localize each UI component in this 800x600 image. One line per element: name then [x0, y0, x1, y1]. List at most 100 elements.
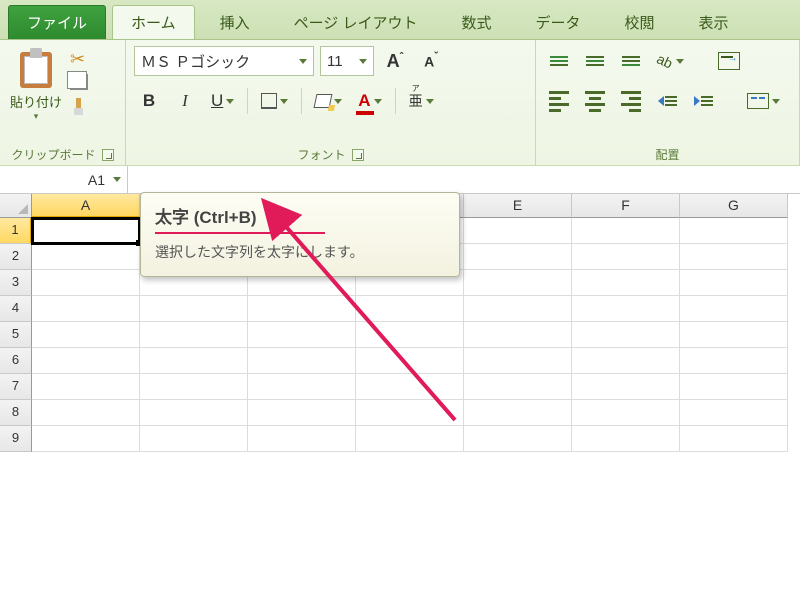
- cell[interactable]: [32, 270, 140, 296]
- shrink-font-button[interactable]: Aˇ: [416, 46, 446, 76]
- cell[interactable]: [248, 296, 356, 322]
- cell[interactable]: [140, 296, 248, 322]
- cell[interactable]: [464, 374, 572, 400]
- cell[interactable]: [32, 218, 140, 244]
- row-header[interactable]: 6: [0, 348, 32, 374]
- tab-formulas[interactable]: 数式: [442, 5, 510, 39]
- font-size-combo[interactable]: 11: [320, 46, 374, 76]
- cell[interactable]: [248, 374, 356, 400]
- align-center-button[interactable]: [580, 86, 610, 116]
- cell[interactable]: [680, 426, 788, 452]
- cell[interactable]: [680, 400, 788, 426]
- align-middle-button[interactable]: [580, 46, 610, 76]
- cell[interactable]: [32, 426, 140, 452]
- cell[interactable]: [680, 296, 788, 322]
- merge-center-button[interactable]: [742, 86, 785, 116]
- cell[interactable]: [32, 296, 140, 322]
- cell[interactable]: [248, 400, 356, 426]
- align-left-button[interactable]: [544, 86, 574, 116]
- cell[interactable]: [572, 400, 680, 426]
- cell[interactable]: [464, 218, 572, 244]
- cell[interactable]: [464, 244, 572, 270]
- orientation-button[interactable]: ab: [652, 46, 689, 76]
- row-header[interactable]: 7: [0, 374, 32, 400]
- grow-font-button[interactable]: Aˆ: [380, 46, 410, 76]
- cell[interactable]: [356, 426, 464, 452]
- paste-button[interactable]: 貼り付け ▾: [8, 46, 64, 122]
- cell[interactable]: [680, 374, 788, 400]
- row-header[interactable]: 9: [0, 426, 32, 452]
- row-header[interactable]: 5: [0, 322, 32, 348]
- tab-view[interactable]: 表示: [680, 5, 748, 39]
- cell[interactable]: [680, 322, 788, 348]
- tab-page-layout[interactable]: ページ レイアウト: [275, 5, 437, 39]
- cell[interactable]: [32, 348, 140, 374]
- cell[interactable]: [464, 296, 572, 322]
- row-header[interactable]: 8: [0, 400, 32, 426]
- copy-button[interactable]: [70, 74, 92, 92]
- cell[interactable]: [32, 244, 140, 270]
- cell[interactable]: [572, 426, 680, 452]
- tab-review[interactable]: 校閲: [606, 5, 674, 39]
- bold-button[interactable]: B: [134, 86, 164, 116]
- cell[interactable]: [464, 270, 572, 296]
- cell[interactable]: [572, 270, 680, 296]
- cell[interactable]: [464, 426, 572, 452]
- phonetic-guide-button[interactable]: 亜: [404, 86, 439, 116]
- cell[interactable]: [248, 322, 356, 348]
- row-header[interactable]: 2: [0, 244, 32, 270]
- row-header[interactable]: 4: [0, 296, 32, 322]
- align-bottom-button[interactable]: [616, 46, 646, 76]
- underline-button[interactable]: U: [206, 86, 239, 116]
- clipboard-dialog-launcher[interactable]: [102, 149, 114, 161]
- font-dialog-launcher[interactable]: [352, 149, 364, 161]
- format-painter-button[interactable]: [70, 98, 92, 116]
- cell[interactable]: [680, 348, 788, 374]
- align-top-button[interactable]: [544, 46, 574, 76]
- cell[interactable]: [464, 322, 572, 348]
- italic-button[interactable]: I: [170, 86, 200, 116]
- cell[interactable]: [140, 348, 248, 374]
- cell[interactable]: [680, 270, 788, 296]
- cell[interactable]: [140, 400, 248, 426]
- cell[interactable]: [680, 218, 788, 244]
- tab-insert[interactable]: 挿入: [201, 5, 269, 39]
- row-header[interactable]: 3: [0, 270, 32, 296]
- cell[interactable]: [572, 218, 680, 244]
- cell[interactable]: [356, 374, 464, 400]
- cell[interactable]: [356, 322, 464, 348]
- cell[interactable]: [32, 400, 140, 426]
- cell[interactable]: [32, 322, 140, 348]
- cell[interactable]: [464, 400, 572, 426]
- name-box[interactable]: A1: [0, 166, 128, 193]
- align-right-button[interactable]: [616, 86, 646, 116]
- cell[interactable]: [572, 374, 680, 400]
- column-header[interactable]: F: [572, 194, 680, 218]
- cell[interactable]: [248, 348, 356, 374]
- tab-file[interactable]: ファイル: [8, 5, 106, 39]
- column-header[interactable]: E: [464, 194, 572, 218]
- cell[interactable]: [140, 322, 248, 348]
- borders-button[interactable]: [256, 86, 293, 116]
- fill-color-button[interactable]: [310, 86, 347, 116]
- cell[interactable]: [572, 296, 680, 322]
- row-header[interactable]: 1: [0, 218, 32, 244]
- font-color-button[interactable]: A: [353, 86, 386, 116]
- cell[interactable]: [248, 426, 356, 452]
- tab-data[interactable]: データ: [516, 5, 599, 39]
- cell[interactable]: [572, 322, 680, 348]
- cell[interactable]: [140, 426, 248, 452]
- cell[interactable]: [356, 296, 464, 322]
- cell[interactable]: [680, 244, 788, 270]
- cell[interactable]: [32, 374, 140, 400]
- column-header[interactable]: G: [680, 194, 788, 218]
- column-header[interactable]: A: [32, 194, 140, 218]
- tab-home[interactable]: ホーム: [112, 5, 195, 39]
- paste-dropdown-caret[interactable]: ▾: [8, 111, 64, 122]
- cell[interactable]: [140, 374, 248, 400]
- increase-indent-button[interactable]: [688, 86, 718, 116]
- cell[interactable]: [572, 348, 680, 374]
- cell[interactable]: [572, 244, 680, 270]
- decrease-indent-button[interactable]: [652, 86, 682, 116]
- cell[interactable]: [356, 400, 464, 426]
